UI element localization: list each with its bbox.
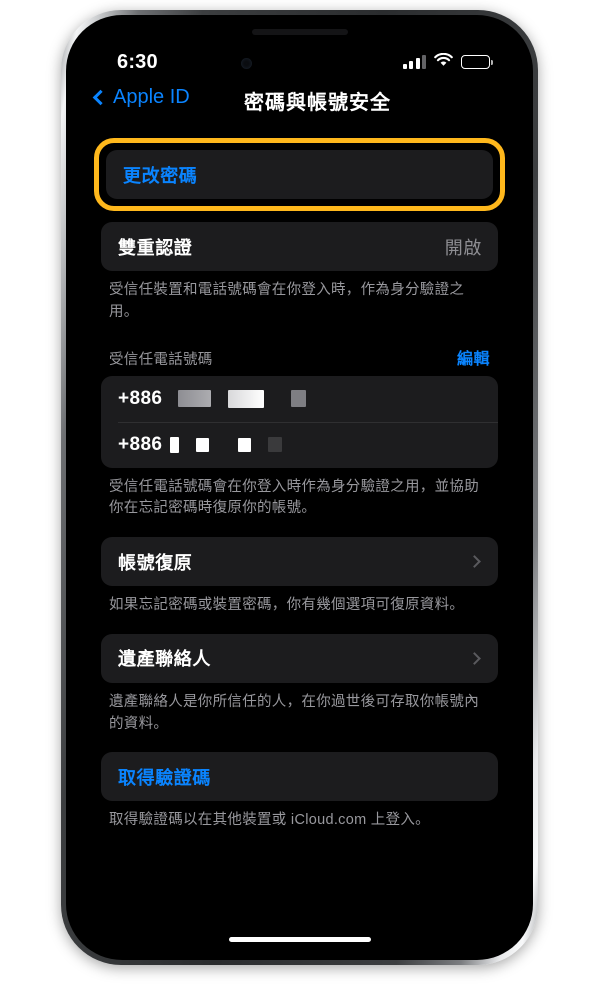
row-get-verification-code[interactable]: 取得驗證碼 xyxy=(101,752,498,801)
battery-full-icon xyxy=(461,55,493,69)
trusted-number-row[interactable]: +886 xyxy=(101,376,498,422)
status-bar: 6:30 xyxy=(71,45,528,79)
earpiece-speaker-icon xyxy=(251,29,348,35)
status-bar-icons xyxy=(402,52,493,72)
status-bar-time: 6:30 xyxy=(117,50,158,73)
phone-prefix: +886 xyxy=(118,433,163,455)
cellular-bars-icon xyxy=(402,55,426,69)
two-factor-label: 雙重認證 xyxy=(118,237,193,258)
change-password-card: 更改密碼 xyxy=(106,150,493,199)
phone-prefix: +886 xyxy=(118,387,163,409)
settings-list: 更改密碼 雙重認證 開啟 受信任裝置和電話號碼會在你登入時，作為身分驗證之用。 … xyxy=(71,138,528,955)
chevron-right-icon xyxy=(468,651,481,665)
edit-button[interactable]: 編輯 xyxy=(457,345,490,369)
redacted-block xyxy=(238,437,252,452)
page-title: 密碼與帳號安全 xyxy=(244,92,391,114)
chevron-right-icon xyxy=(468,555,481,568)
phone-screen: 6:30 Apple ID 密碼與帳號安全 更改密碼 雙重認證 開啟 受信任裝置… xyxy=(71,20,528,955)
change-password-label: 更改密碼 xyxy=(123,165,198,186)
two-factor-value: 開啟 xyxy=(444,237,482,258)
navigation-bar: Apple ID 密碼與帳號安全 xyxy=(71,82,528,128)
account-recovery-card: 帳號復原 xyxy=(101,537,498,586)
legacy-contact-label: 遺產聯絡人 xyxy=(118,649,211,670)
legacy-contact-card: 遺產聯絡人 xyxy=(101,633,498,683)
row-account-recovery[interactable]: 帳號復原 xyxy=(101,537,498,586)
trusted-numbers-header: 受信任電話號碼 編輯 xyxy=(101,341,498,376)
trusted-numbers-footer: 受信任電話號碼會在你登入時作為身分驗證之用，並協助你在忘記密碼時復原你的帳號。 xyxy=(109,478,479,517)
get-verification-code-label: 取得驗證碼 xyxy=(118,767,211,788)
trusted-numbers-title: 受信任電話號碼 xyxy=(109,351,213,368)
redacted-block xyxy=(291,390,307,407)
get-verification-code-card: 取得驗證碼 xyxy=(101,752,498,802)
two-factor-card: 雙重認證 開啟 xyxy=(101,222,498,271)
home-indicator[interactable] xyxy=(228,937,371,942)
row-two-factor[interactable]: 雙重認證 開啟 xyxy=(101,222,498,271)
get-verification-code-footer: 取得驗證碼以在其他裝置或 iCloud.com 上登入。 xyxy=(109,812,430,829)
redacted-block xyxy=(196,437,210,452)
redacted-block xyxy=(170,436,180,453)
two-factor-footer: 受信任裝置和電話號碼會在你登入時，作為身分驗證之用。 xyxy=(109,282,465,320)
trusted-number-row[interactable]: +886 xyxy=(101,421,498,468)
account-recovery-footer: 如果忘記密碼或裝置密碼，你有幾個選項可復原資料。 xyxy=(109,597,465,613)
row-legacy-contact[interactable]: 遺產聯絡人 xyxy=(101,634,498,683)
redacted-block xyxy=(228,389,265,408)
redacted-block xyxy=(178,390,212,407)
account-recovery-label: 帳號復原 xyxy=(118,552,193,573)
trusted-numbers-card: +886 +886 xyxy=(101,375,498,468)
legacy-contact-footer: 遺產聯絡人是你所信任的人，在你過世後可存取你帳號內的資料。 xyxy=(109,693,479,732)
screenshot-root: 6:30 Apple ID 密碼與帳號安全 更改密碼 雙重認證 開啟 受信任裝置… xyxy=(0,0,597,1000)
change-password-highlight: 更改密碼 xyxy=(94,138,505,211)
redacted-block xyxy=(268,437,283,452)
row-change-password[interactable]: 更改密碼 xyxy=(106,150,493,199)
wifi-icon xyxy=(434,52,453,72)
